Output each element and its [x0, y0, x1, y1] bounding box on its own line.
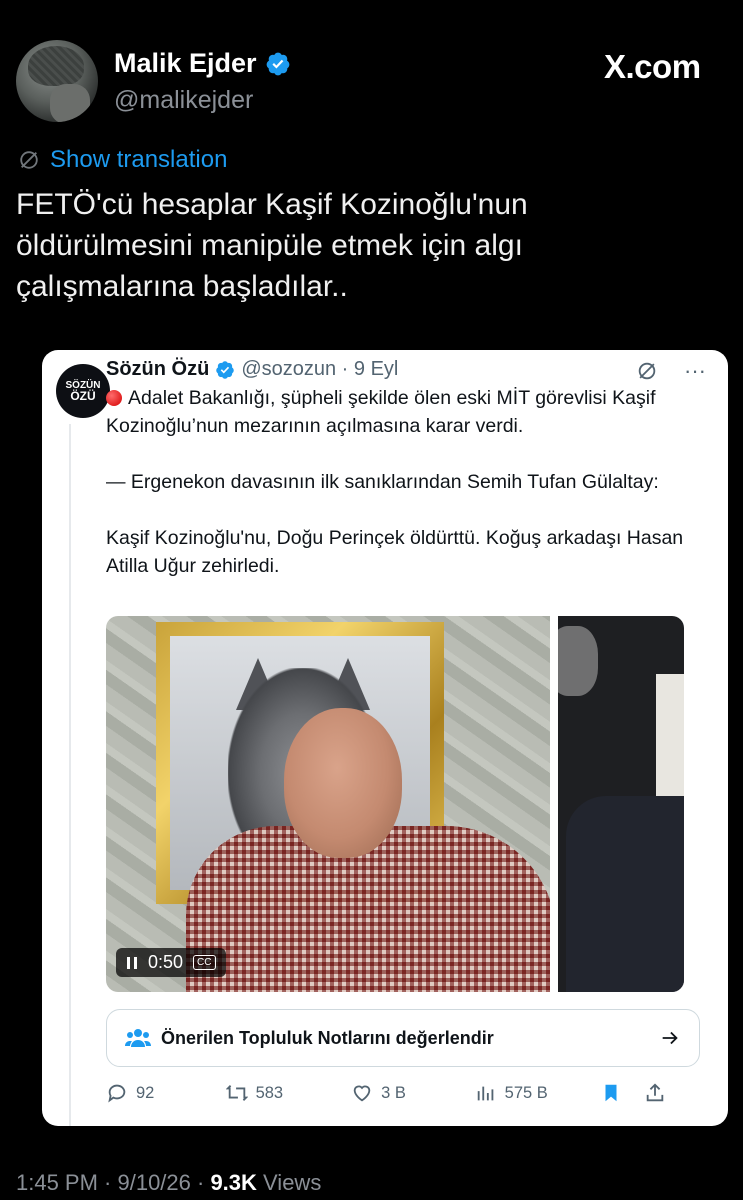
pause-icon[interactable]: [126, 956, 138, 970]
thread-line: [69, 424, 71, 1126]
heart-icon[interactable]: [351, 1082, 373, 1104]
quoted-header-actions: ···: [636, 358, 706, 384]
author-handle[interactable]: @malikejder: [114, 86, 253, 115]
quoted-avatar[interactable]: SÖZÜN ÖZÜ: [56, 364, 110, 418]
speaker-head: [284, 708, 402, 858]
x-logo-text: X.com: [604, 48, 701, 85]
timestamp[interactable]: 1:45 PM · 9/10/26 ·: [16, 1170, 210, 1195]
show-translation-link[interactable]: Show translation: [18, 146, 227, 174]
share-action[interactable]: [644, 1082, 666, 1104]
like-action[interactable]: 3 B: [351, 1082, 475, 1104]
author-avatar[interactable]: [16, 40, 98, 122]
repost-count: 583: [255, 1083, 284, 1102]
views-icon[interactable]: [475, 1082, 497, 1104]
quoted-paragraph-3: Kaşif Kozinoğlu'nu, Doğu Perinçek öldürt…: [106, 527, 684, 577]
video-player[interactable]: 0:50 CC: [106, 616, 550, 992]
bookmark-action[interactable]: [600, 1082, 644, 1104]
views-count-total: 9.3K: [210, 1170, 257, 1195]
repost-icon[interactable]: [225, 1082, 248, 1104]
quoted-tweet-card[interactable]: SÖZÜN ÖZÜ Sözün Özü @sozozun · 9 Eyl ···…: [42, 350, 728, 1126]
reply-count: 92: [136, 1083, 155, 1102]
quoted-avatar-line2: ÖZÜ: [70, 389, 96, 403]
author-name[interactable]: Malik Ejder: [114, 48, 291, 79]
reply-action[interactable]: 92: [106, 1082, 226, 1104]
quoted-author-name[interactable]: Sözün Özü: [106, 358, 209, 381]
author-name-text[interactable]: Malik Ejder: [114, 48, 257, 79]
tweet-footer: 1:45 PM · 9/10/26 · 9.3K Views: [16, 1170, 321, 1196]
verified-badge-icon: [266, 52, 289, 75]
video-controls[interactable]: 0:50 CC: [116, 948, 226, 977]
community-notes-button[interactable]: Önerilen Topluluk Notlarını değerlendir: [106, 1009, 700, 1067]
quoted-paragraph-1: Adalet Bakanlığı, şüpheli şekilde ölen e…: [106, 384, 706, 440]
more-options-icon[interactable]: ···: [684, 358, 706, 384]
quoted-handle-time[interactable]: @sozozun · 9 Eyl: [241, 358, 398, 381]
quoted-paragraph-2: — Ergenekon davasının ilk sanıklarından …: [106, 471, 659, 493]
captions-icon[interactable]: CC: [193, 955, 216, 970]
translate-icon: [20, 151, 38, 169]
views-count: 575 B: [504, 1083, 548, 1102]
arrow-right-icon[interactable]: [659, 1027, 681, 1049]
quoted-para1-text: Adalet Bakanlığı, şüpheli şekilde ölen e…: [106, 387, 656, 437]
bookmark-icon[interactable]: [600, 1082, 622, 1104]
video-timestamp: 0:50: [148, 952, 184, 972]
translate-icon[interactable]: [636, 360, 658, 382]
quoted-header: Sözün Özü @sozozun · 9 Eyl: [106, 358, 398, 381]
action-bar: 92 583 3 B 575 B: [106, 1082, 666, 1104]
people-icon: [125, 1029, 151, 1047]
quoted-text: Adalet Bakanlığı, şüpheli şekilde ölen e…: [106, 384, 706, 580]
tweet-text: FETÖ'cü hesaplar Kaşif Kozinoğlu'nun öld…: [16, 188, 528, 303]
share-icon[interactable]: [644, 1082, 666, 1104]
views-action[interactable]: 575 B: [475, 1082, 601, 1104]
verified-badge-icon: [216, 360, 235, 379]
show-translation-text[interactable]: Show translation: [50, 146, 227, 174]
repost-action[interactable]: 583: [225, 1082, 352, 1104]
community-notes-text[interactable]: Önerilen Topluluk Notlarını değerlendir: [161, 1028, 659, 1049]
views-label: Views: [256, 1170, 322, 1195]
reply-icon[interactable]: [106, 1082, 128, 1104]
like-count: 3 B: [381, 1083, 406, 1102]
red-circle-icon: [106, 390, 122, 406]
second-media-thumbnail[interactable]: [558, 616, 684, 992]
